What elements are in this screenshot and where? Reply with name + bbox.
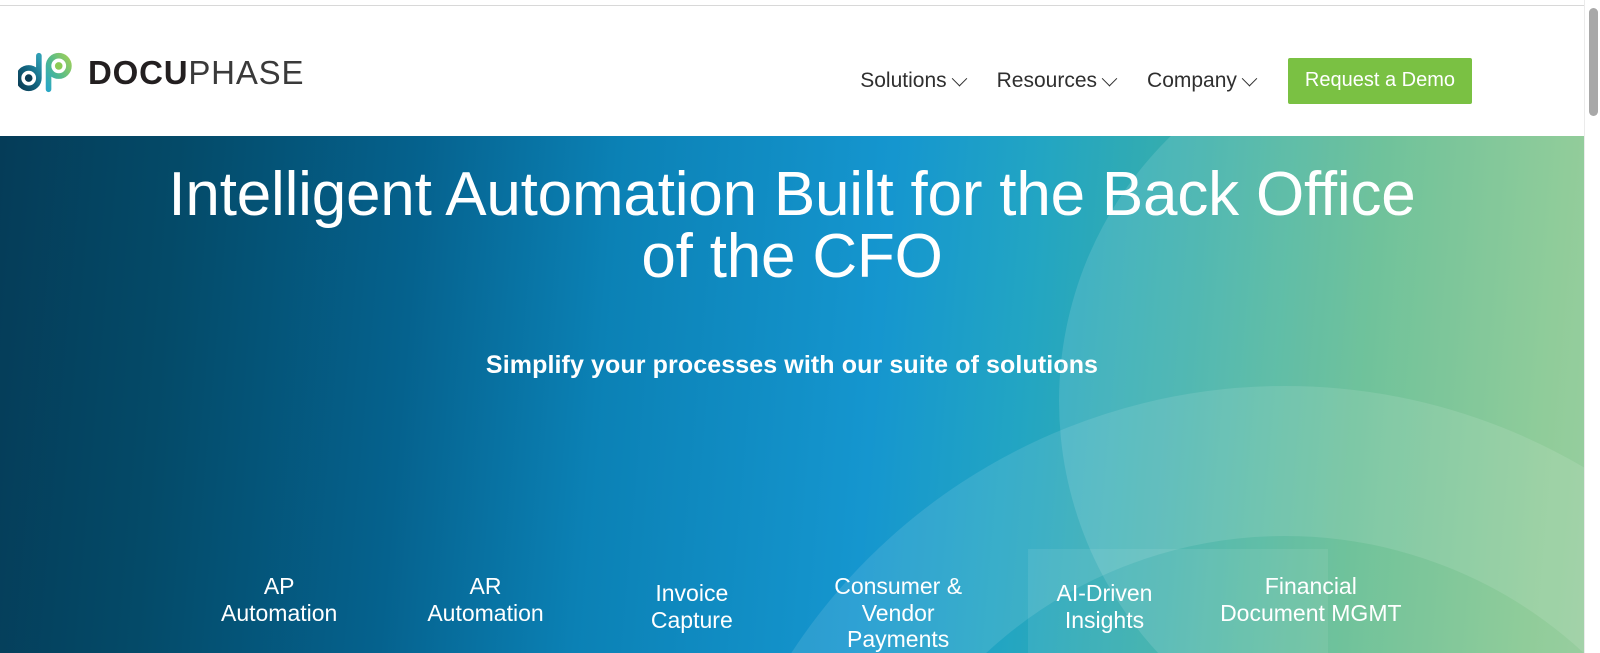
page-root: DOCUPHASE Solutions Resources Company Re…: [0, 0, 1600, 653]
chevron-down-icon: [1101, 70, 1118, 86]
page-scrollbar-thumb[interactable]: [1589, 8, 1598, 116]
page-scrollbar-track[interactable]: [1584, 0, 1600, 653]
hero-content: Intelligent Automation Built for the Bac…: [0, 136, 1584, 653]
hero-banner: Intelligent Automation Built for the Bac…: [0, 136, 1584, 653]
nav-item-solutions[interactable]: Solutions: [844, 69, 980, 93]
site-logo[interactable]: DOCUPHASE: [18, 46, 304, 98]
logo-word-phase: PHASE: [188, 53, 305, 91]
nav-item-resources[interactable]: Resources: [981, 69, 1131, 93]
hero-subtitle: Simplify your processes with our suite o…: [485, 351, 1099, 379]
request-a-demo-button[interactable]: Request a Demo: [1287, 58, 1472, 104]
chevron-down-icon: [951, 70, 967, 86]
chevron-down-icon: [1241, 70, 1258, 86]
main-navigation: Solutions Resources Company Request a De…: [844, 58, 1472, 104]
nav-item-company[interactable]: Company: [1131, 69, 1271, 93]
site-logo-wordmark: DOCUPHASE: [88, 56, 304, 89]
nav-item-company-label: Company: [1147, 69, 1237, 92]
nav-item-resources-label: Resources: [996, 69, 1098, 92]
logo-word-docu: DOCU: [88, 53, 189, 91]
nav-item-solutions-label: Solutions: [860, 69, 947, 92]
docuphase-infinity-logo-icon: [18, 52, 72, 93]
site-header: DOCUPHASE Solutions Resources Company Re…: [0, 6, 1584, 136]
hero-title: Intelligent Automation Built for the Bac…: [168, 160, 1416, 291]
